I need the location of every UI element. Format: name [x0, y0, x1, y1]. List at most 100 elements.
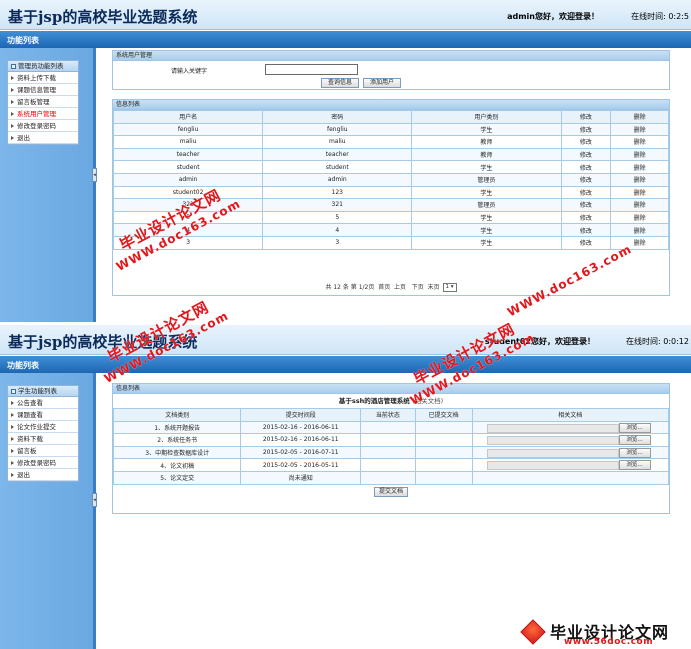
cell-doc-type: 1、系统开题报告	[112, 420, 242, 435]
arrow-icon	[11, 76, 14, 80]
delete-link[interactable]: 删除	[610, 160, 669, 174]
edit-link[interactable]: 修改	[560, 210, 612, 225]
file-path-input[interactable]	[486, 423, 619, 433]
cell-password: 4	[262, 223, 413, 237]
table-row: student student 学生 修改 删除	[112, 160, 669, 174]
file-path-input[interactable]	[486, 448, 619, 458]
submit-cell: 提交文档	[113, 483, 669, 501]
document-panel-title: 信息列表	[113, 384, 669, 394]
pager-summary: 共 12 条 第 1/2页	[325, 284, 375, 291]
arrow-icon	[11, 88, 14, 92]
sidebar-item-logout[interactable]: 退出	[8, 132, 78, 144]
delete-link[interactable]: 删除	[610, 135, 669, 149]
collapse-sidebar-icon[interactable]: ◂	[92, 168, 97, 182]
collapse-sidebar-icon[interactable]: ◂	[92, 493, 97, 507]
edit-link[interactable]: 修改	[560, 198, 612, 212]
pager-prev-link[interactable]: 上页	[394, 284, 406, 291]
table-row: fengliu fengliu 学生 修改 删除	[112, 122, 669, 137]
table-row: 1、系统开题报告 2015-02-16 - 2016-06-11 浏览...	[112, 420, 670, 435]
sidebar-item-topic-management[interactable]: 课题信息管理	[8, 84, 78, 96]
menu-header-label: 管理员功能列表	[18, 62, 64, 70]
page-select[interactable]: 1 ▾	[442, 283, 457, 292]
delete-link[interactable]: 删除	[610, 210, 669, 225]
edit-link[interactable]: 修改	[560, 147, 612, 162]
cell-time-range: 尚未通知	[240, 470, 362, 485]
search-input[interactable]	[265, 64, 358, 75]
sidebar-item-user-management[interactable]: 系统用户管理	[8, 108, 78, 120]
cell-password: 321	[262, 198, 413, 212]
cell-user-type: 教师	[411, 135, 562, 149]
file-path-input[interactable]	[486, 436, 619, 446]
delete-link[interactable]: 删除	[610, 122, 669, 137]
column-header: 密码	[262, 110, 413, 124]
cell-user-type: 学生	[411, 122, 562, 137]
header-bar: 基于jsp的高校毕业选题系统 admin您好，欢迎登录！ 在线时间: 0:2:5	[0, 0, 691, 30]
browse-button[interactable]: 浏览...	[618, 447, 651, 458]
delete-link[interactable]: 删除	[610, 185, 669, 200]
menu-header-label: 学生功能列表	[18, 387, 57, 395]
column-header: 用户名	[112, 110, 264, 124]
cell-status	[360, 445, 416, 460]
pager-next-link[interactable]: 下页	[412, 284, 424, 291]
sidebar-item-submit-thesis[interactable]: 论文作业提交	[8, 421, 78, 433]
arrow-icon	[11, 473, 14, 477]
delete-link[interactable]: 删除	[610, 198, 669, 212]
sidebar-item-message-board[interactable]: 留言板	[8, 445, 78, 457]
sidebar-item-topics[interactable]: 课题查看	[8, 409, 78, 421]
cell-user-type: 教师	[411, 147, 562, 162]
table-row: admin admin 管理员 修改 删除	[112, 172, 669, 187]
file-path-input[interactable]	[486, 461, 619, 471]
logo-icon	[520, 619, 546, 645]
pager-first-link[interactable]: 首页	[378, 284, 390, 291]
student-screenshot: 基于jsp的高校毕业选题系统 student02您好，欢迎登录！ 在线时间: 0…	[0, 242, 691, 649]
delete-link[interactable]: 删除	[610, 172, 669, 187]
arrow-icon	[11, 100, 14, 104]
sidebar-item-change-password[interactable]: 修改登录密码	[8, 120, 78, 132]
cell-username: maliu	[112, 135, 264, 149]
edit-link[interactable]: 修改	[560, 135, 612, 149]
cell-username: admin	[112, 172, 264, 187]
document-table: 文档类别 提交时间段 当前状态 已提交文档 相关文档 1、系统开题报告 2015-…	[112, 408, 670, 501]
edit-link[interactable]: 修改	[560, 223, 612, 237]
cell-related-doc: 浏览...	[471, 458, 670, 472]
browse-button[interactable]: 浏览...	[618, 435, 651, 446]
edit-link[interactable]: 修改	[560, 122, 612, 137]
edit-link[interactable]: 修改	[560, 172, 612, 187]
sidebar-item-logout[interactable]: 退出	[8, 469, 78, 481]
edit-link[interactable]: 修改	[560, 160, 612, 174]
browse-button[interactable]: 浏览...	[618, 460, 651, 471]
sidebar-item-upload-download[interactable]: 资料上传下载	[8, 72, 78, 84]
edit-link[interactable]: 修改	[560, 185, 612, 200]
delete-link[interactable]: 删除	[610, 147, 669, 162]
add-user-button[interactable]: 添加用户	[363, 78, 401, 88]
column-header: 修改	[560, 110, 612, 124]
admin-menu: 管理员功能列表 资料上传下载 课题信息管理 留言板管理 系统用户管理 修改登录密…	[7, 60, 79, 145]
sidebar-splitter[interactable]	[93, 373, 96, 649]
delete-link[interactable]: 删除	[610, 223, 669, 237]
cell-password: 3	[262, 235, 413, 250]
submit-document-button[interactable]: 提交文档	[374, 487, 408, 498]
query-button[interactable]: 查询信息	[321, 78, 359, 88]
cell-password: fengliu	[262, 122, 413, 137]
column-header: 已提交文档	[414, 408, 473, 422]
table-row: 4、论文初稿 2015-02-05 - 2016-05-11 浏览...	[112, 458, 670, 472]
arrow-icon	[11, 112, 14, 116]
cell-user-type: 学生	[411, 210, 562, 225]
cell-time-range: 2015-02-16 - 2016-06-11	[240, 433, 362, 447]
cell-password: 123	[262, 185, 413, 200]
sidebar-item-downloads[interactable]: 资料下载	[8, 433, 78, 445]
list-panel-title: 信息列表	[113, 100, 669, 110]
sidebar-splitter[interactable]	[93, 48, 96, 322]
pager-last-link[interactable]: 末页	[428, 284, 440, 291]
sidebar-item-change-password[interactable]: 修改登录密码	[8, 457, 78, 469]
cell-time-range: 2015-02-16 - 2016-06-11	[240, 420, 362, 435]
browse-button[interactable]: 浏览...	[618, 422, 651, 433]
app-title: 基于jsp的高校毕业选题系统	[8, 8, 198, 26]
sidebar-item-announcements[interactable]: 公告查看	[8, 397, 78, 409]
edit-link[interactable]: 修改	[560, 235, 612, 250]
cell-user-type: 管理员	[411, 172, 562, 187]
sidebar-item-label: 论文作业提交	[17, 423, 56, 431]
main-content: 系统用户管理 请输入关键字 查询信息 添加用户 信息列表 用户名 密码 用户类别…	[100, 48, 691, 322]
sidebar-item-message-board[interactable]: 留言板管理	[8, 96, 78, 108]
cell-related-doc: 浏览...	[471, 420, 670, 435]
